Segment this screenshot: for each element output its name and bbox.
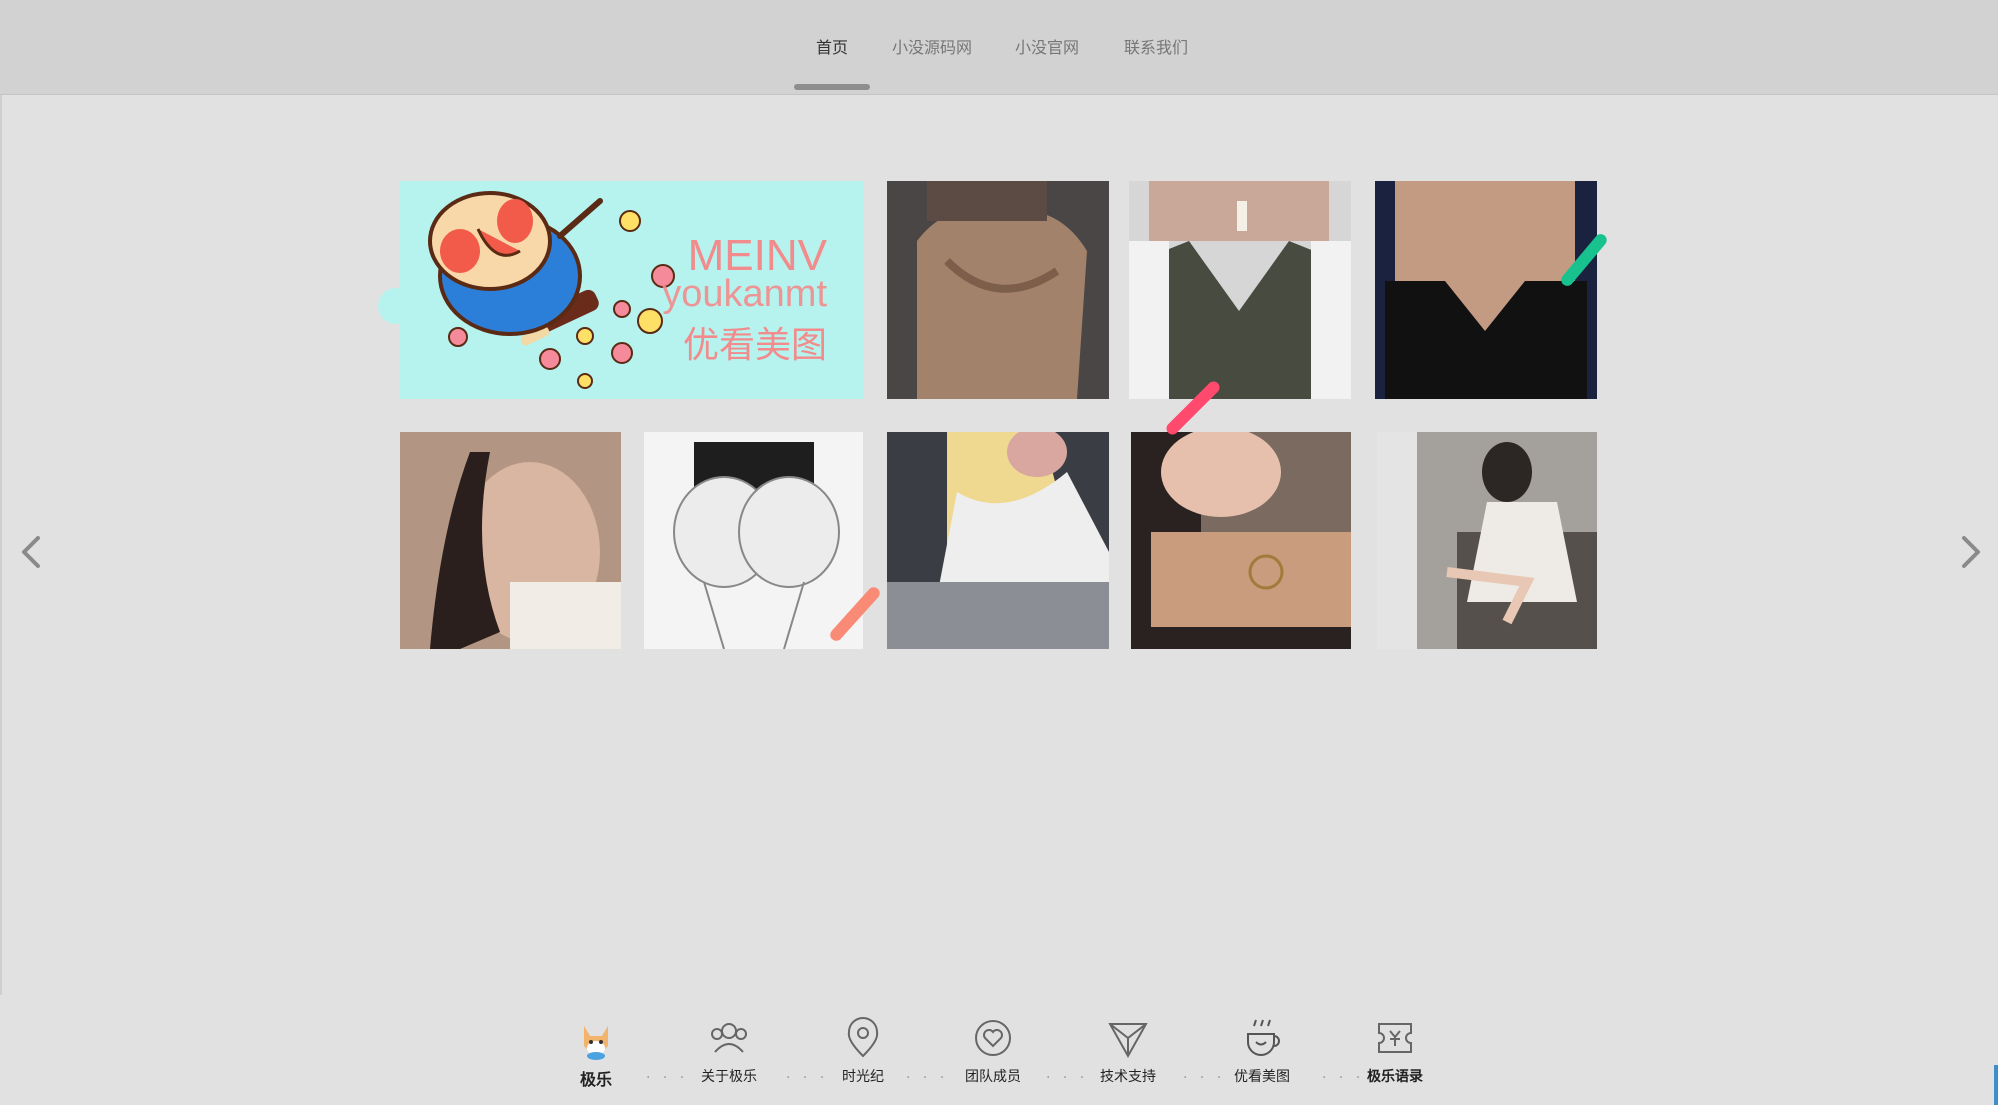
gallery-image[interactable] bbox=[1129, 181, 1351, 399]
carousel-next-button[interactable] bbox=[1950, 530, 1990, 574]
footer-nav: 极乐 · · · 关于极乐 · · · 时光纪 · · · 团队成员 · · ·… bbox=[0, 1000, 1998, 1105]
feature-title-cn: 优看美图 bbox=[682, 324, 827, 365]
chevron-left-icon bbox=[22, 536, 40, 568]
nav-item-source-site[interactable]: 小没源码网 bbox=[892, 34, 972, 58]
gallery-image[interactable] bbox=[1131, 432, 1351, 649]
chevron-right-icon bbox=[1962, 536, 1980, 568]
gallery-image[interactable] bbox=[887, 432, 1109, 649]
gallery-image[interactable] bbox=[887, 181, 1109, 399]
footer-label: 团队成员 bbox=[965, 1069, 1021, 1085]
scroll-edge-marker bbox=[1994, 1065, 1998, 1105]
feature-tile[interactable]: MEINV youkanmt 优看美图 bbox=[400, 181, 863, 399]
heart-chat-icon bbox=[971, 1016, 1015, 1060]
nav-active-indicator bbox=[794, 84, 870, 90]
gallery-image[interactable] bbox=[1375, 181, 1597, 399]
footer-item-support[interactable]: 技术支持 bbox=[1083, 1016, 1173, 1086]
gallery-image[interactable] bbox=[1377, 432, 1597, 649]
top-nav-bar: 首页 小没源码网 小没官网 联系我们 bbox=[0, 0, 1998, 95]
location-pin-icon bbox=[841, 1016, 885, 1060]
footer-item-quotes[interactable]: 极乐语录 bbox=[1350, 1016, 1440, 1086]
feature-subtitle: youkanmt bbox=[662, 273, 827, 315]
footer-separator: · · · bbox=[906, 1070, 949, 1086]
footer-item-about[interactable]: 关于极乐 bbox=[684, 1016, 774, 1086]
gallery-image[interactable] bbox=[400, 432, 621, 649]
nav-item-official-site[interactable]: 小没官网 bbox=[1015, 34, 1079, 58]
people-icon bbox=[707, 1016, 751, 1060]
nav-item-home[interactable]: 首页 bbox=[816, 34, 848, 58]
nav-item-contact[interactable]: 联系我们 bbox=[1124, 34, 1188, 58]
footer-separator: · · · bbox=[646, 1070, 689, 1086]
footer-item-youkan[interactable]: 优看美图 bbox=[1217, 1016, 1307, 1086]
footer-label: 极乐 bbox=[579, 1070, 612, 1089]
footer-label: 关于极乐 bbox=[701, 1069, 757, 1085]
ticket-icon bbox=[1373, 1016, 1417, 1060]
footer-label: 技术支持 bbox=[1100, 1069, 1156, 1085]
footer-item-team[interactable]: 团队成员 bbox=[948, 1016, 1038, 1086]
main-nav: 首页 小没源码网 小没官网 联系我们 bbox=[0, 34, 1998, 58]
left-edge bbox=[0, 95, 2, 995]
gallery-image[interactable] bbox=[644, 432, 863, 649]
coffee-cup-icon bbox=[1240, 1016, 1284, 1060]
footer-label: 时光纪 bbox=[842, 1069, 884, 1085]
paper-plane-icon bbox=[1106, 1016, 1150, 1060]
footer-label: 极乐语录 bbox=[1367, 1069, 1423, 1085]
carousel-prev-button[interactable] bbox=[12, 530, 52, 574]
footer-item-timeline[interactable]: 时光纪 bbox=[818, 1016, 908, 1086]
footer-separator: · · · bbox=[1046, 1070, 1089, 1086]
footer-item-jile[interactable]: 极乐 bbox=[551, 1016, 641, 1090]
footer-label: 优看美图 bbox=[1234, 1069, 1290, 1085]
shiba-dog-icon bbox=[574, 1016, 618, 1060]
